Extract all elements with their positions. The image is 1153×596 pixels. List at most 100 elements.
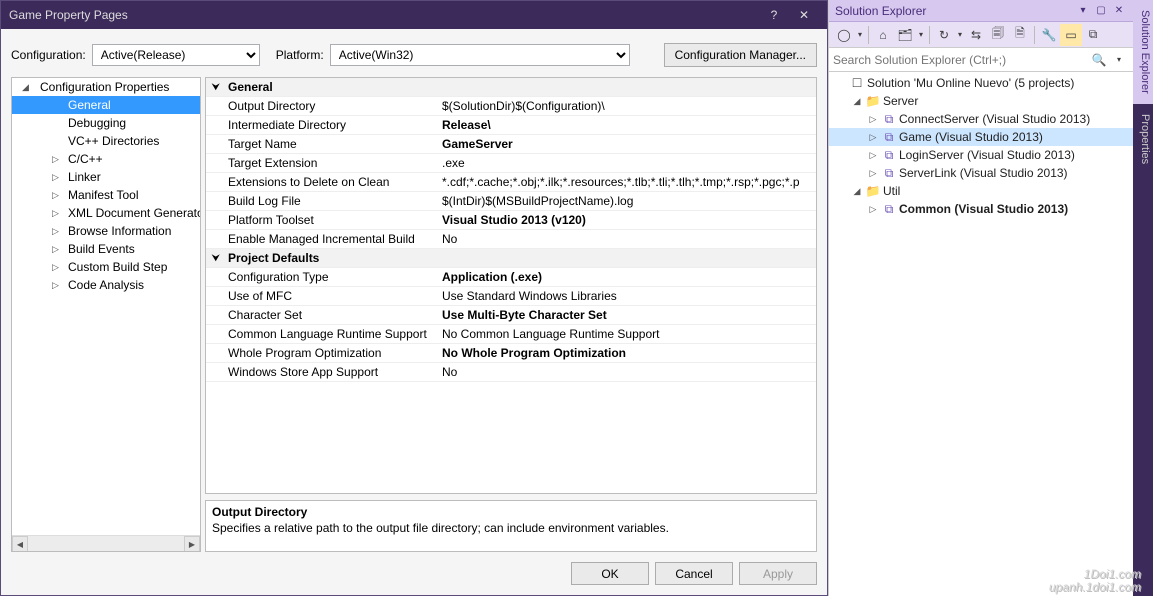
tree-item[interactable]: ⧉ConnectServer (Visual Studio 2013) <box>829 110 1133 128</box>
ok-button[interactable]: OK <box>571 562 649 585</box>
prop-value[interactable]: No Whole Program Optimization <box>438 346 816 360</box>
cancel-button[interactable]: Cancel <box>655 562 733 585</box>
tree-item[interactable]: 📁Server <box>829 92 1133 110</box>
wrench-icon[interactable]: 🔧 <box>1038 24 1060 46</box>
configuration-select[interactable]: Active(Release) <box>92 44 260 66</box>
close-icon[interactable]: ✕ <box>1111 3 1127 19</box>
back-icon[interactable]: ◯ <box>833 24 855 46</box>
grid-row[interactable]: Enable Managed Incremental BuildNo <box>206 230 816 249</box>
grid-row[interactable]: Target NameGameServer <box>206 135 816 154</box>
grid-row[interactable]: Common Language Runtime SupportNo Common… <box>206 325 816 344</box>
tree-item[interactable]: 📁Util <box>829 182 1133 200</box>
nav-general[interactable]: General <box>12 96 200 114</box>
grid-row[interactable]: Build Log File$(IntDir)$(MSBuildProjectN… <box>206 192 816 211</box>
help-icon[interactable]: ? <box>759 1 789 29</box>
prop-value[interactable]: No <box>438 365 816 379</box>
expand-icon[interactable] <box>52 226 59 237</box>
expand-icon[interactable] <box>52 172 59 183</box>
tree-item[interactable]: 🞎Solution 'Mu Online Nuevo' (5 projects) <box>829 74 1133 92</box>
prop-value[interactable]: $(SolutionDir)$(Configuration)\ <box>438 99 816 113</box>
showall-icon[interactable]: 🗐 <box>987 24 1009 46</box>
home-icon[interactable]: ⌂ <box>872 24 894 46</box>
nav-codeanalysis[interactable]: Code Analysis <box>12 276 200 294</box>
platform-select[interactable]: Active(Win32) <box>330 44 630 66</box>
grid-category[interactable]: ⮟Project Defaults <box>206 249 816 268</box>
nav-custombuild[interactable]: Custom Build Step <box>12 258 200 276</box>
expand-icon[interactable] <box>867 150 879 161</box>
close-icon[interactable]: ✕ <box>789 1 819 29</box>
grid-row[interactable]: Whole Program OptimizationNo Whole Progr… <box>206 344 816 363</box>
nav-manifest[interactable]: Manifest Tool <box>12 186 200 204</box>
expand-icon[interactable] <box>867 132 879 143</box>
grid-category[interactable]: ⮟General <box>206 78 816 97</box>
nav-buildevents[interactable]: Build Events <box>12 240 200 258</box>
prop-value[interactable]: Application (.exe) <box>438 270 816 284</box>
dropdown-icon[interactable]: ▾ <box>1075 3 1091 19</box>
nav-linker[interactable]: Linker <box>12 168 200 186</box>
expand-icon[interactable] <box>52 208 59 219</box>
tree-item[interactable]: ⧉Game (Visual Studio 2013) <box>829 128 1133 146</box>
collapse-icon[interactable]: ⮟ <box>212 82 220 93</box>
pin-icon[interactable]: ▢ <box>1093 3 1109 19</box>
tab-properties[interactable]: Properties <box>1133 104 1153 174</box>
prop-value[interactable]: $(IntDir)$(MSBuildProjectName).log <box>438 194 816 208</box>
copy-icon[interactable]: 🗎 <box>1009 24 1031 46</box>
prop-value[interactable]: No Common Language Runtime Support <box>438 327 816 341</box>
collapse-icon[interactable]: ⮟ <box>212 253 220 264</box>
expand-icon[interactable] <box>851 186 863 197</box>
grid-row[interactable]: Intermediate DirectoryRelease\ <box>206 116 816 135</box>
se-search-input[interactable] <box>833 53 1089 67</box>
expand-icon[interactable] <box>52 244 59 255</box>
prop-value[interactable]: Use Standard Windows Libraries <box>438 289 816 303</box>
grid-row[interactable]: Configuration TypeApplication (.exe) <box>206 268 816 287</box>
properties-icon[interactable]: ▭ <box>1060 24 1082 46</box>
refresh-icon[interactable]: ↻ <box>933 24 955 46</box>
expand-icon[interactable] <box>22 82 29 93</box>
apply-button[interactable]: Apply <box>739 562 817 585</box>
grid-row[interactable]: Character SetUse Multi-Byte Character Se… <box>206 306 816 325</box>
grid-row[interactable]: Use of MFCUse Standard Windows Libraries <box>206 287 816 306</box>
prop-value[interactable]: Use Multi-Byte Character Set <box>438 308 816 322</box>
collapse-icon[interactable]: ⇆ <box>965 24 987 46</box>
solution-tree[interactable]: 🞎Solution 'Mu Online Nuevo' (5 projects)… <box>829 72 1133 596</box>
nav-root[interactable]: Configuration Properties <box>12 78 200 96</box>
expand-icon[interactable] <box>52 154 59 165</box>
prop-value[interactable]: GameServer <box>438 137 816 151</box>
nav-tree[interactable]: Configuration Properties General Debuggi… <box>11 77 201 552</box>
search-dropdown-icon[interactable]: ▾ <box>1109 55 1129 64</box>
nav-ccpp[interactable]: C/C++ <box>12 150 200 168</box>
configuration-manager-button[interactable]: Configuration Manager... <box>664 43 817 67</box>
nav-scrollbar-h[interactable]: ◀▶ <box>12 535 200 551</box>
expand-icon[interactable] <box>52 190 59 201</box>
search-icon[interactable]: 🔍 <box>1089 53 1109 67</box>
expand-icon[interactable] <box>52 280 59 291</box>
expand-icon[interactable] <box>867 204 879 215</box>
prop-value[interactable]: .exe <box>438 156 816 170</box>
expand-icon[interactable] <box>851 96 863 107</box>
sync-dropdown-icon[interactable]: ▾ <box>916 24 926 46</box>
expand-icon[interactable] <box>52 262 59 273</box>
nav-debugging[interactable]: Debugging <box>12 114 200 132</box>
tree-item[interactable]: ⧉LoginServer (Visual Studio 2013) <box>829 146 1133 164</box>
preview-icon[interactable]: ⧉ <box>1082 24 1104 46</box>
nav-browseinfo[interactable]: Browse Information <box>12 222 200 240</box>
prop-value[interactable]: Visual Studio 2013 (v120) <box>438 213 816 227</box>
grid-row[interactable]: Platform ToolsetVisual Studio 2013 (v120… <box>206 211 816 230</box>
property-grid[interactable]: ⮟GeneralOutput Directory$(SolutionDir)$(… <box>205 77 817 494</box>
grid-row[interactable]: Windows Store App SupportNo <box>206 363 816 382</box>
prop-value[interactable]: *.cdf;*.cache;*.obj;*.ilk;*.resources;*.… <box>438 175 816 189</box>
tree-item[interactable]: ⧉ServerLink (Visual Studio 2013) <box>829 164 1133 182</box>
tab-solution-explorer[interactable]: Solution Explorer <box>1133 0 1153 104</box>
sync-icon[interactable]: 🗂 <box>894 24 916 46</box>
expand-icon[interactable] <box>867 168 879 179</box>
back-dropdown-icon[interactable]: ▾ <box>855 24 865 46</box>
nav-vcpp-dirs[interactable]: VC++ Directories <box>12 132 200 150</box>
grid-row[interactable]: Extensions to Delete on Clean*.cdf;*.cac… <box>206 173 816 192</box>
nav-xmldoc[interactable]: XML Document Generator <box>12 204 200 222</box>
grid-row[interactable]: Target Extension.exe <box>206 154 816 173</box>
grid-row[interactable]: Output Directory$(SolutionDir)$(Configur… <box>206 97 816 116</box>
tree-item[interactable]: ⧉Common (Visual Studio 2013) <box>829 200 1133 218</box>
prop-value[interactable]: No <box>438 232 816 246</box>
expand-icon[interactable] <box>867 114 879 125</box>
prop-value[interactable]: Release\ <box>438 118 816 132</box>
